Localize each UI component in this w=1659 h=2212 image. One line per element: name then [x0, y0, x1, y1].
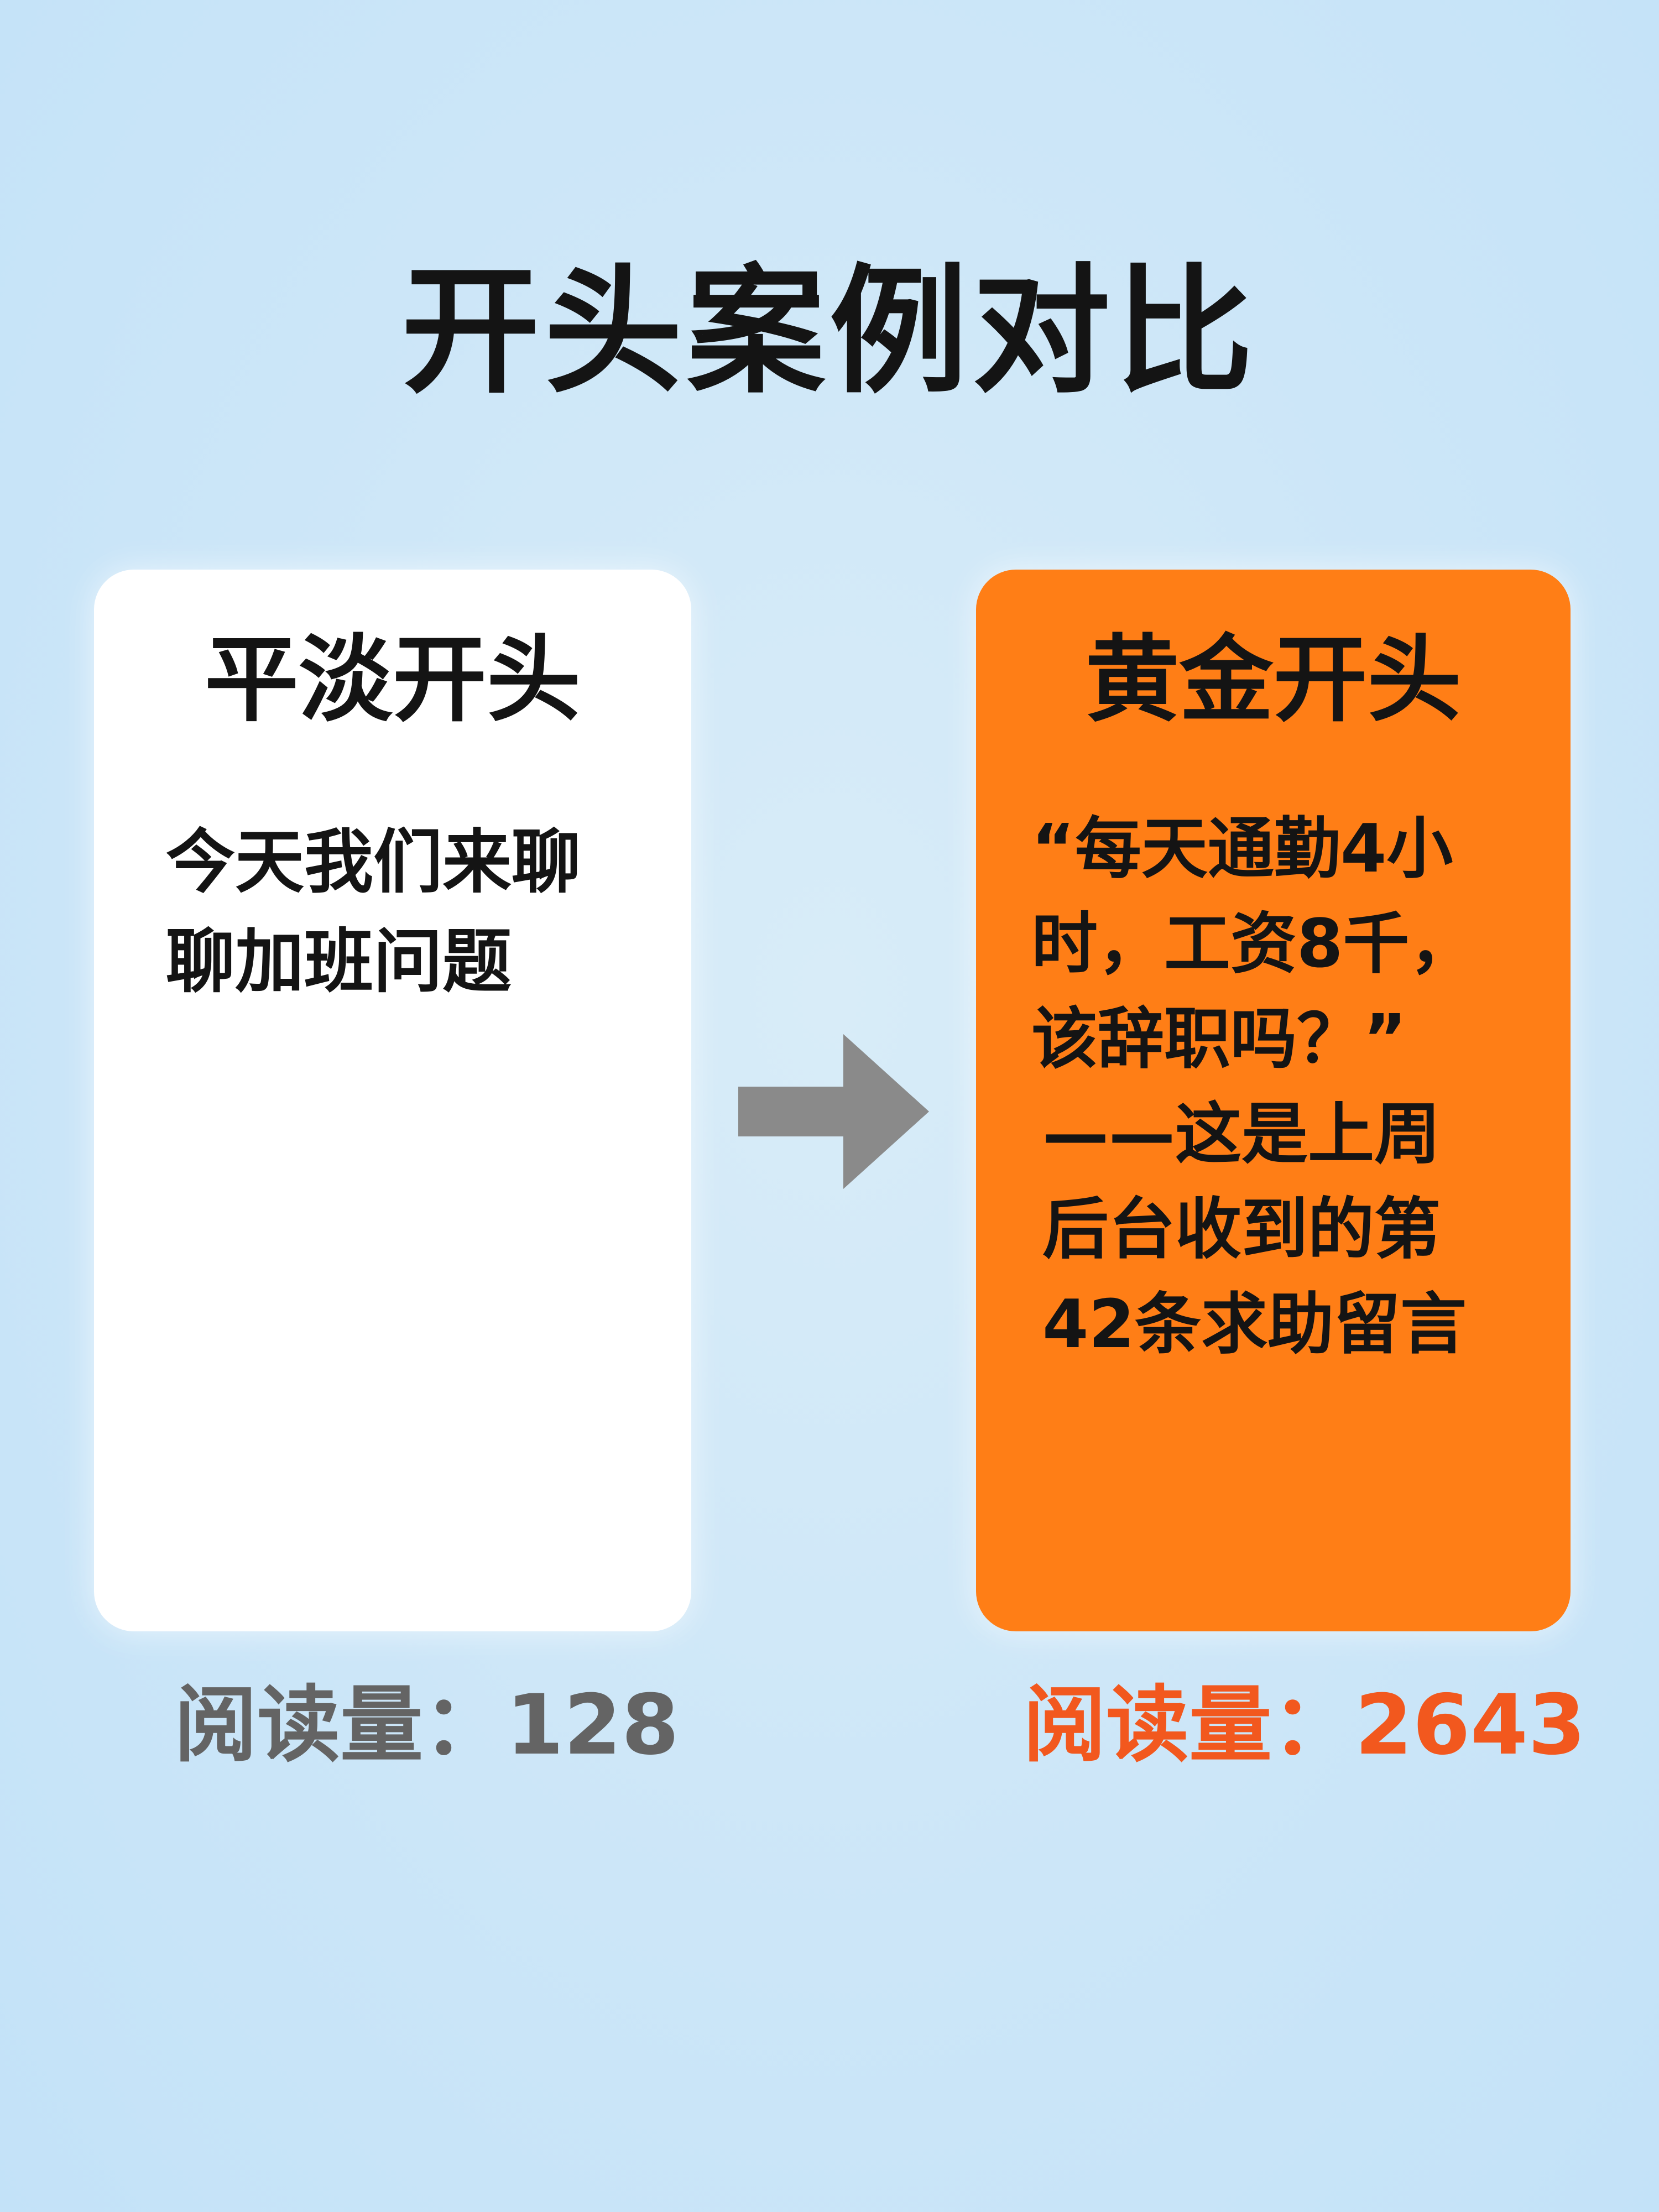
golden-opening-card: 黄金开头 “每天通勤4小 时，工资8千， 该辞职吗？” ——这是上周 后台收到的… [976, 570, 1571, 1631]
gold-read-label: 阅读量： [1023, 1677, 1355, 1773]
gold-body-line: 该辞职吗？” [1031, 1001, 1407, 1078]
gold-read-value: 2643 [1355, 1677, 1586, 1773]
arrow-right-icon [738, 1034, 929, 1189]
plain-card-body: 今天我们来聊 聊加班问题 [166, 813, 664, 1012]
gold-card-body: “每天通勤4小 时，工资8千， 该辞职吗？” ——这是上周 后台收到的第 42条… [1031, 802, 1540, 1373]
plain-opening-card: 平淡开头 今天我们来聊 聊加班问题 [94, 570, 691, 1631]
plain-read-count: 阅读量：128 [174, 1676, 679, 1775]
page-title: 开头案例对比 [401, 251, 1258, 412]
gold-read-count: 阅读量：2643 [1023, 1676, 1586, 1775]
gold-body-line: 后台收到的第 [1042, 1191, 1441, 1268]
gold-body-line: ——这是上周 [1042, 1096, 1441, 1173]
plain-body-line: 今天我们来聊 [166, 822, 581, 902]
gold-body-line: 时，工资8千， [1031, 906, 1476, 983]
plain-read-label: 阅读量： [174, 1677, 507, 1773]
plain-read-value: 128 [506, 1677, 680, 1773]
gold-card-heading: 黄金开头 [1085, 625, 1462, 735]
plain-body-line: 聊加班问题 [166, 922, 512, 1002]
gold-body-line: “每天通勤4小 [1031, 811, 1453, 888]
gold-body-line: 42条求助留言 [1042, 1286, 1467, 1363]
plain-card-heading: 平淡开头 [204, 625, 581, 735]
